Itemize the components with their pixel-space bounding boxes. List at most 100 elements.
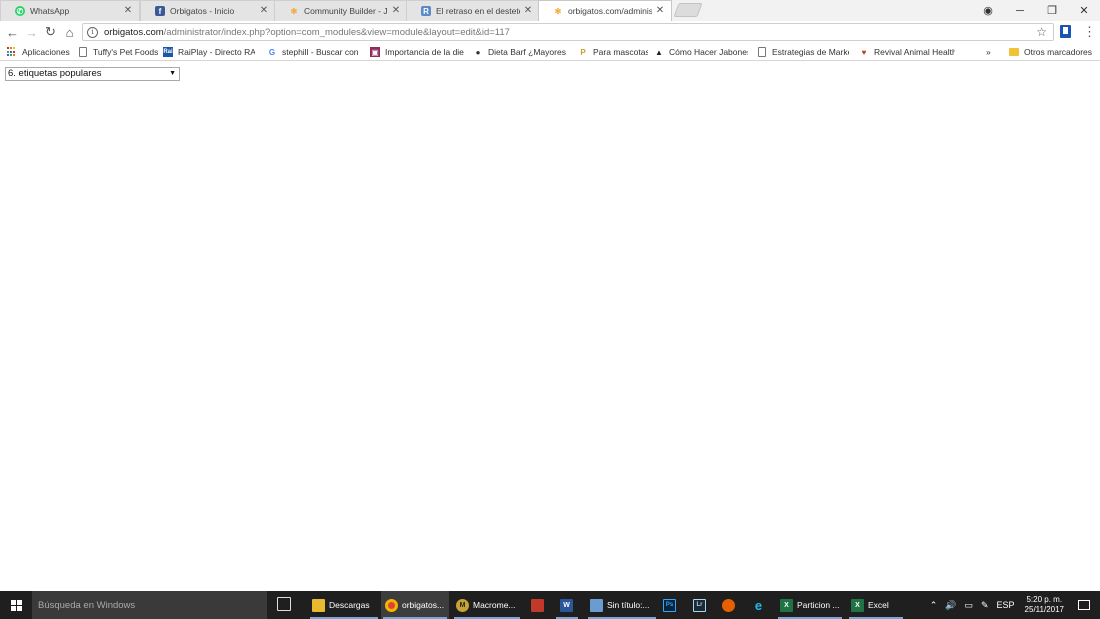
bookmark-label: Tuffy's Pet Foods [93, 47, 158, 57]
home-icon[interactable]: ⌂ [60, 22, 79, 42]
tab-orbigatos-inicio[interactable]: f Orbigatos - Inicio ✕ [140, 0, 276, 21]
bookmark-item[interactable]: G stephill - Buscar con [267, 43, 359, 61]
taskbar-item-chrome[interactable]: orbigatos... [381, 591, 449, 619]
pen-icon[interactable]: ✎ [981, 600, 989, 611]
clock-date: 25/11/2017 [1024, 605, 1064, 614]
search-placeholder: Búsqueda en Windows [38, 599, 136, 611]
tab-whatsapp[interactable]: ✆ WhatsApp ✕ [0, 0, 140, 21]
extension-icon[interactable] [1060, 25, 1071, 38]
taskbar-item-excel[interactable]: X Excel [847, 591, 905, 619]
document-icon [78, 47, 88, 57]
windows-taskbar: Búsqueda en Windows Descargas orbigatos.… [0, 591, 1100, 619]
word-icon: W [560, 598, 573, 612]
taskbar-item-word[interactable]: W [554, 591, 580, 619]
star-icon[interactable]: ☆ [1036, 25, 1047, 39]
folder-icon [312, 598, 325, 612]
site-icon: ▣ [370, 47, 380, 57]
task-view-icon[interactable] [277, 597, 291, 611]
photoshop-icon: Ps [663, 598, 676, 612]
taskbar-item-paint[interactable]: Sin título:... [586, 591, 658, 619]
forward-icon[interactable]: → [22, 22, 41, 42]
minimize-icon[interactable]: ─ [1004, 5, 1036, 17]
overflow-chevron-icon: » [986, 47, 991, 57]
bookmark-item[interactable]: ♥ Revival Animal Health [859, 43, 955, 61]
bookmark-apps[interactable]: Aplicaciones [7, 43, 73, 61]
bookmark-item[interactable]: ▣ Importancia de la die [370, 43, 464, 61]
tab-title: orbigatos.com/administ [568, 6, 652, 16]
tab-title: El retraso en el destete n [436, 6, 520, 16]
bookmark-label: Dieta Barf ¿Mayores [488, 47, 566, 57]
clock-time: 5:20 p. m. [1026, 595, 1063, 604]
chevron-down-icon: ▼ [169, 70, 176, 77]
firefox-icon [722, 598, 735, 612]
tab-title: Orbigatos - Inicio [170, 6, 235, 16]
bookmark-label: Aplicaciones [22, 47, 70, 57]
bookmark-item[interactable]: Rai RaiPlay - Directo RAI [163, 43, 255, 61]
network-icon[interactable]: ▭ [964, 600, 973, 611]
taskbar-item-ie[interactable]: e [748, 591, 772, 619]
notifications-icon[interactable] [1078, 600, 1090, 610]
bookmark-other-folder[interactable]: Otros marcadores [1009, 43, 1099, 61]
bookmark-item[interactable]: Estrategias de Marke [757, 43, 849, 61]
taskbar-item-photoshop[interactable]: Ps [660, 591, 682, 619]
start-button[interactable] [0, 591, 32, 619]
url-host: orbigatos.com [104, 26, 164, 38]
joomla-icon: ✻ [554, 6, 562, 16]
bookmark-label: Estrategias de Marke [772, 47, 849, 57]
volume-icon[interactable]: 🔊 [945, 600, 956, 611]
new-tab-button[interactable] [673, 3, 703, 17]
tab-orbigatos-admin[interactable]: ✻ orbigatos.com/administ ✕ [538, 0, 672, 21]
reload-icon[interactable]: ↻ [41, 22, 60, 42]
bookmarks-overflow-button[interactable]: » [986, 43, 998, 61]
windows-search-box[interactable]: Búsqueda en Windows [32, 591, 267, 619]
taskbar-item-label: Sin título:... [607, 600, 650, 610]
taskbar-item-app[interactable] [526, 591, 550, 619]
dreamweaver-icon: M [456, 598, 469, 612]
joomla-icon: ✻ [290, 6, 298, 16]
profile-icon[interactable]: ◉ [972, 4, 1004, 17]
bookmark-item[interactable]: ● Dieta Barf ¿Mayores [473, 43, 567, 61]
taskbar-item-lightroom[interactable]: Lr [690, 591, 712, 619]
close-window-icon[interactable]: ✕ [1068, 4, 1100, 17]
info-icon[interactable]: i [87, 26, 98, 38]
tab-retraso-destete[interactable]: R El retraso en el destete n ✕ [406, 0, 540, 21]
bookmarks-bar: Aplicaciones Tuffy's Pet Foods Rai RaiPl… [0, 43, 1100, 61]
bookmark-item[interactable]: ▲ Cómo Hacer Jabones [654, 43, 748, 61]
bookmark-label: stephill - Buscar con [282, 47, 359, 57]
taskbar-item-macromedia[interactable]: M Macrome... [452, 591, 522, 619]
bottle-icon: ▲ [655, 47, 663, 57]
tab-title: WhatsApp [30, 6, 70, 16]
tab-community-builder[interactable]: ✻ Community Builder - Jo ✕ [274, 0, 408, 21]
taskbar-item-particion[interactable]: X Particion ... [776, 591, 844, 619]
module-select[interactable]: 6. etiquetas populares ▼ [5, 67, 180, 81]
address-bar[interactable]: i orbigatos.com/administrator/index.php?… [82, 23, 1054, 41]
language-indicator[interactable]: ESP [997, 600, 1015, 610]
back-icon[interactable]: ← [3, 22, 22, 42]
close-icon[interactable]: ✕ [391, 6, 401, 16]
restore-icon[interactable]: ❐ [1036, 4, 1068, 17]
bookmark-item[interactable]: Tuffy's Pet Foods [78, 43, 158, 61]
url-path: /administrator/index.php?option=com_modu… [163, 26, 510, 38]
bookmark-label: Para mascotas [593, 47, 648, 57]
system-tray: ⌃ 🔊 ▭ ✎ ESP 5:20 p. m. 25/11/2017 [926, 591, 1100, 619]
clock[interactable]: 5:20 p. m. 25/11/2017 [1025, 595, 1064, 615]
lightroom-icon: Lr [693, 598, 706, 612]
tab-strip: ✆ WhatsApp ✕ f Orbigatos - Inicio ✕ ✻ Co… [0, 0, 1100, 21]
taskbar-item-descargas[interactable]: Descargas [308, 591, 380, 619]
chevron-up-icon[interactable]: ⌃ [930, 600, 938, 611]
taskbar-item-firefox[interactable] [718, 591, 742, 619]
url-text: orbigatos.com/administrator/index.php?op… [104, 27, 510, 38]
menu-icon[interactable]: ⋮ [1083, 24, 1096, 40]
close-icon[interactable]: ✕ [655, 6, 665, 16]
close-icon[interactable]: ✕ [523, 6, 533, 16]
bookmark-label: Otros marcadores [1024, 47, 1093, 57]
close-icon[interactable]: ✕ [123, 6, 133, 16]
select-value: 6. etiquetas populares [8, 68, 102, 79]
apps-icon [7, 47, 17, 57]
bookmark-item[interactable]: P Para mascotas [578, 43, 648, 61]
window-controls: ◉ ─ ❐ ✕ [972, 0, 1100, 21]
excel-icon: X [780, 598, 793, 612]
close-icon[interactable]: ✕ [259, 6, 269, 16]
google-icon: G [268, 47, 276, 57]
taskbar-item-label: orbigatos... [402, 600, 445, 610]
